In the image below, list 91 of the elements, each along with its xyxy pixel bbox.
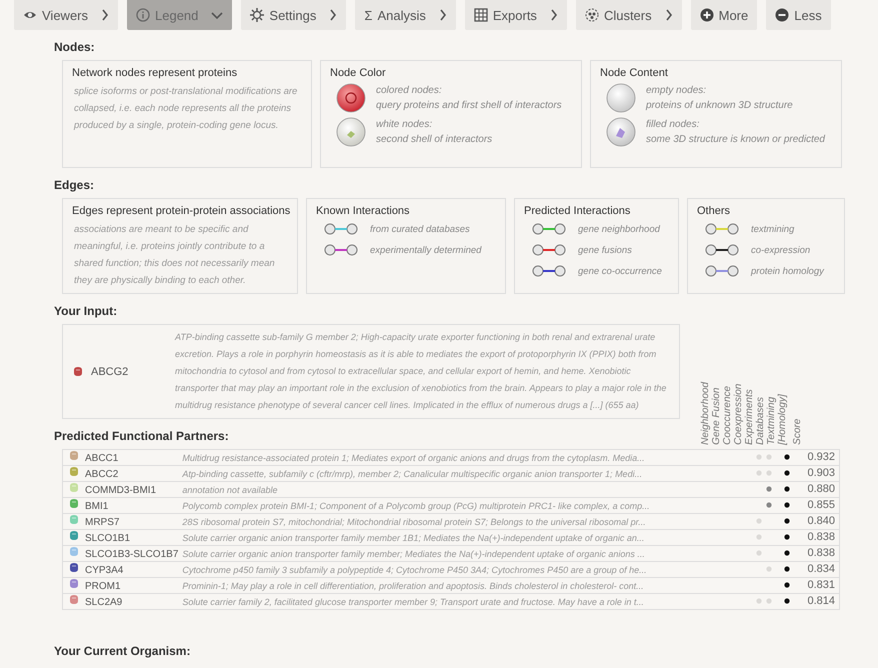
toolbar-button[interactable]: Less: [766, 0, 831, 30]
node-sphere-icon: [606, 83, 636, 113]
description-cell: Multidrug resistance-associated protein 1; Mediates export of organic anions and drugs from the cytoplasm. Media...: [180, 450, 690, 466]
evidence-dot-icon: [784, 550, 790, 556]
protein-description: ATP-binding cassette sub-family G member 2; High-capacity urate exporter functioning in both renal and extrarenal urate excretion. Plays a role in porphyrin homeostasis as it is able to mediates the export of protoporphyrin IX (PPIX) both from mitochondria to cytosol and from cytosol to extracellular space, and cellular export of hemin, and heme. Xenobiotic transporter that may play an important role in the exclusion of xenobiotics from the brain. Appears to play a major role in the multidrug resistance phenotype of several cancer cell lines. Implicated in the efflux of numerous drugs a [...] (655 aa): [175, 331, 668, 412]
protein-cell[interactable]: SLC2A9: [62, 594, 180, 610]
legend-text: experimentally determined: [370, 244, 482, 256]
legend-text: gene fusions: [578, 244, 632, 256]
legend-text: empty nodes: proteins of unknown 3D structure: [646, 84, 793, 113]
eye-icon: [23, 9, 37, 21]
legend-text: filled nodes: some 3D structure is known or predicted: [646, 118, 825, 147]
sigma-icon: Σ: [364, 8, 372, 22]
evidence-dot-icon: [766, 470, 772, 476]
legend-text: gene neighborhood: [578, 224, 660, 234]
evidence-dot-icon: [766, 566, 772, 572]
card-title: Network nodes represent proteins: [72, 67, 238, 79]
evidence-dot-icon: [784, 502, 790, 508]
legend-text: protein homology: [751, 266, 824, 276]
evidence-dot-icon: [784, 470, 790, 476]
column-header: Databases: [755, 396, 766, 445]
card-title: Edges represent protein-protein associations: [72, 205, 288, 217]
evidence-dot-icon: [756, 470, 762, 476]
description-cell: Solute carrier family 2, facilitated glucose transporter member 9; Transport urate and fructose. May have a role in t...: [180, 594, 690, 610]
section-title: Your Current Organism:: [54, 644, 192, 658]
protein-cell[interactable]: ABCC1: [62, 450, 180, 466]
legend-text: white nodes: second shell of interactors: [376, 118, 492, 147]
evidence-dot-icon: [766, 454, 772, 460]
toolbar-button[interactable]: Clusters: [576, 0, 682, 30]
column-header: Experiments: [744, 388, 755, 445]
legend-text: textmining: [751, 224, 794, 234]
table-icon: [474, 8, 488, 22]
column-header: Neighborhood: [700, 382, 711, 445]
legend-text: co-expression: [751, 244, 810, 256]
legend-text: from curated databases: [370, 224, 470, 234]
card-text: associations are meant to be specific and meaningful, i.e. proteins jointly contribute to a shared function; this does not necessarily mean they are physically binding to each other.: [74, 223, 276, 288]
column-header: Score: [792, 418, 804, 445]
section-title: Nodes:: [54, 40, 96, 54]
evidence-dot-icon: [784, 518, 790, 524]
edge-icon: [705, 265, 739, 277]
edge-icon: [532, 265, 566, 277]
evidence-dot-icon: [784, 566, 790, 572]
card-title: Others: [697, 205, 732, 217]
evidence-dot-icon: [756, 454, 762, 460]
protein-name: ABCG2: [91, 366, 128, 378]
evidence-dot-icon: [756, 598, 762, 604]
toolbar-button[interactable]: Viewers: [14, 0, 118, 30]
evidence-dot-icon: [766, 502, 772, 508]
evidence-dot-icon: [784, 454, 790, 460]
toolbar-button[interactable]: More: [690, 0, 758, 30]
section-title: Edges:: [54, 178, 96, 192]
evidence-dot-icon: [766, 486, 772, 492]
gear-icon: [250, 8, 264, 22]
evidence-dot-icon: [784, 582, 790, 588]
card-title: Node Content: [600, 67, 669, 79]
edge-icon: [324, 244, 358, 256]
edge-icon: [324, 223, 358, 235]
minus-circle-icon: [775, 8, 790, 22]
legend-text: colored nodes: query proteins and first shell of interactors: [376, 84, 562, 113]
edge-icon: [705, 244, 739, 256]
edge-icon: [532, 223, 566, 235]
column-header: Coexpression: [733, 382, 744, 445]
evidence-dot-icon: [756, 534, 762, 540]
evidence-dot-icon: [784, 598, 790, 604]
column-header: Textmining: [766, 396, 777, 445]
card-text: splice isoforms or post-translational modifications are collapsed, i.e. each node represents all the proteins produced by a single, protein-coding gene locus.: [74, 85, 298, 133]
evidence-dot-icon: [784, 486, 790, 492]
column-header: Cooccurence: [722, 385, 733, 445]
node-sphere-icon: [336, 117, 366, 147]
clusters-icon: [584, 8, 599, 22]
column-header: Gene Fusion: [711, 386, 722, 445]
evidence-dot-icon: [756, 550, 762, 556]
card-title: Node Color: [330, 67, 387, 79]
card-title: Known Interactions: [316, 205, 411, 217]
node-sphere-icon: [336, 83, 366, 113]
toolbar-button[interactable]: Exports: [464, 0, 567, 30]
info-icon: [136, 8, 150, 22]
plus-circle-icon: [700, 8, 714, 22]
legend-text: gene co-occurrence: [578, 266, 662, 276]
edge-icon: [532, 244, 566, 256]
evidence-dot-icon: [784, 534, 790, 540]
edge-icon: [705, 223, 739, 235]
score-cell: 0.814: [800, 594, 840, 610]
section-title: Predicted Functional Partners:: [54, 429, 230, 443]
evidence-dot-icon: [766, 598, 772, 604]
toolbar-button[interactable]: Σ Analysis: [355, 0, 456, 30]
column-header: [Homology]: [777, 393, 788, 445]
card-title: Predicted Interactions: [524, 205, 632, 217]
section-title: Your Input:: [54, 304, 118, 318]
node-sphere-icon: [606, 117, 636, 147]
evidence-dot-icon: [756, 518, 762, 524]
toolbar-button[interactable]: Settings: [241, 0, 346, 30]
